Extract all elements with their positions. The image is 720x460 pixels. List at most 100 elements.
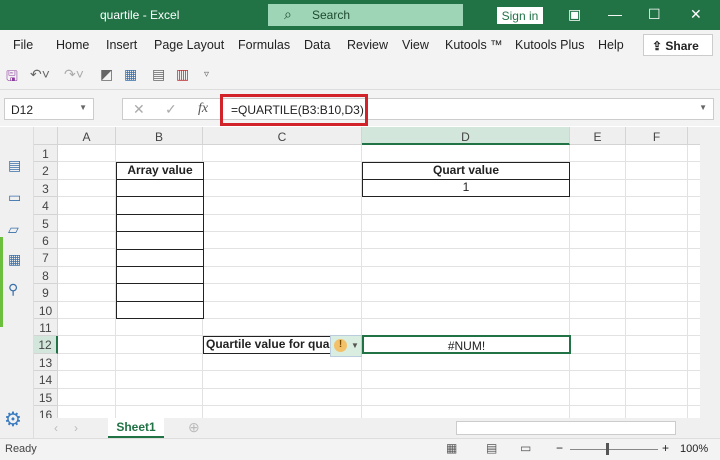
- tab-kutools[interactable]: Kutools ™: [445, 38, 503, 52]
- col-header-e[interactable]: E: [570, 127, 626, 145]
- share-button[interactable]: ⇪ Share: [643, 34, 713, 56]
- select-all[interactable]: [34, 127, 58, 145]
- title-bar: quartile - Excel ⌕ Search Sign in ▣ — ☐ ✕: [0, 0, 720, 30]
- cell-b7[interactable]: [116, 248, 204, 267]
- zoom-level[interactable]: 100%: [680, 443, 708, 455]
- scroll-right-icon[interactable]: ›: [74, 421, 78, 435]
- tab-home[interactable]: Home: [56, 38, 89, 52]
- tab-kutools-plus[interactable]: Kutools Plus: [515, 38, 584, 52]
- tab-help[interactable]: Help: [598, 38, 624, 52]
- col-header-a[interactable]: A: [58, 127, 116, 145]
- tab-page-layout[interactable]: Page Layout: [154, 38, 224, 52]
- toolbar-icon-1[interactable]: ◩: [100, 66, 113, 83]
- cell-b10[interactable]: [116, 300, 204, 320]
- cell-d3[interactable]: 1: [362, 179, 570, 197]
- name-box[interactable]: D12 ▼: [4, 98, 94, 120]
- minimize-button[interactable]: —: [608, 6, 622, 22]
- row-header-16[interactable]: 16: [34, 406, 58, 418]
- tab-data[interactable]: Data: [304, 38, 330, 52]
- insert-function-icon[interactable]: fx: [198, 101, 208, 117]
- col-header-f[interactable]: F: [626, 127, 688, 145]
- formula-input[interactable]: ✕ ✓ fx ▼: [122, 98, 714, 120]
- sign-in-button[interactable]: Sign in: [497, 7, 543, 24]
- vertical-scrollbar[interactable]: [700, 127, 720, 418]
- row-header-7[interactable]: 7: [34, 249, 58, 267]
- col-header-b[interactable]: B: [116, 127, 203, 145]
- chevron-down-icon: ▼: [79, 103, 87, 112]
- cell-b6[interactable]: [116, 231, 204, 250]
- zoom-slider-thumb[interactable]: [606, 443, 609, 455]
- row-header-5[interactable]: 5: [34, 214, 58, 232]
- row-header-6[interactable]: 6: [34, 232, 58, 250]
- tab-view[interactable]: View: [402, 38, 429, 52]
- col-header-c[interactable]: C: [203, 127, 362, 145]
- sheet-tab-sheet1[interactable]: Sheet1: [108, 418, 164, 438]
- cancel-icon[interactable]: ✕: [133, 101, 145, 118]
- error-check-button[interactable]: ! ▼: [330, 335, 362, 357]
- warning-icon: !: [334, 339, 347, 352]
- zoom-slider[interactable]: [570, 449, 658, 450]
- row-header-15[interactable]: 15: [34, 388, 58, 406]
- cell-d12[interactable]: #NUM!: [362, 335, 571, 354]
- search-box[interactable]: ⌕ Search: [268, 4, 463, 26]
- toolbar-icon-4[interactable]: ▥: [176, 66, 189, 83]
- scroll-left-icon[interactable]: ‹: [54, 421, 58, 435]
- save-icon[interactable]: 🖫: [6, 66, 18, 90]
- panel-icon-4[interactable]: ▦: [8, 251, 21, 268]
- row-header-14[interactable]: 14: [34, 371, 58, 389]
- search-icon: ⌕: [284, 6, 292, 22]
- undo-icon[interactable]: ↶˅: [30, 66, 50, 83]
- row-header-2[interactable]: 2: [34, 162, 58, 180]
- row-header-4[interactable]: 4: [34, 197, 58, 215]
- col-header-d[interactable]: D: [362, 127, 570, 145]
- zoom-out-button[interactable]: −: [556, 441, 563, 455]
- panel-icon-2[interactable]: ▭: [8, 189, 21, 206]
- formula-text[interactable]: =QUARTILE(B3:B10,D3): [220, 94, 368, 126]
- row-header-10[interactable]: 10: [34, 301, 58, 319]
- row-header-9[interactable]: 9: [34, 284, 58, 302]
- spreadsheet-grid[interactable]: A B C D E F 1 2 3 4 5 6 7 8 9 10 11 12 13 14 15 16 Arra…: [34, 127, 700, 418]
- tab-review[interactable]: Review: [347, 38, 388, 52]
- name-box-value: D12: [11, 103, 34, 117]
- tab-insert[interactable]: Insert: [106, 38, 137, 52]
- toolbar-icon-2[interactable]: ▦: [124, 66, 137, 83]
- print-preview-icon[interactable]: ▤: [152, 66, 165, 83]
- zoom-in-button[interactable]: +: [662, 441, 669, 455]
- add-sheet-icon[interactable]: ⊕: [188, 419, 200, 436]
- panel-icon-1[interactable]: ▤: [8, 157, 21, 174]
- close-button[interactable]: ✕: [690, 6, 702, 23]
- row-header-12[interactable]: 12: [34, 336, 58, 354]
- share-label: Share: [665, 39, 699, 53]
- enter-icon[interactable]: ✓: [165, 101, 177, 118]
- maximize-button[interactable]: ☐: [648, 6, 661, 23]
- redo-icon[interactable]: ↷˅: [64, 66, 84, 83]
- row-header-3[interactable]: 3: [34, 179, 58, 198]
- window-title: quartile - Excel: [100, 8, 180, 22]
- panel-icon-3[interactable]: ▱: [8, 221, 19, 238]
- cell-b2[interactable]: Array value: [116, 162, 204, 180]
- cell-b4[interactable]: [116, 196, 204, 215]
- page-break-view-icon[interactable]: ▭: [520, 441, 531, 455]
- find-icon[interactable]: ⚲: [8, 281, 18, 298]
- cell-b9[interactable]: [116, 283, 204, 302]
- tab-formulas[interactable]: Formulas: [238, 38, 290, 52]
- status-ready: Ready: [5, 443, 37, 455]
- cell-b8[interactable]: [116, 266, 204, 285]
- row-header-1[interactable]: 1: [34, 145, 58, 163]
- cell-b3[interactable]: [116, 179, 204, 198]
- page-layout-view-icon[interactable]: ▤: [486, 441, 497, 455]
- row-header-11[interactable]: 11: [34, 319, 58, 337]
- cell-b5[interactable]: [116, 213, 204, 233]
- ribbon-display-icon[interactable]: ▣: [568, 6, 581, 23]
- expand-formula-icon[interactable]: ▼: [699, 103, 707, 112]
- row-header-13[interactable]: 13: [34, 353, 58, 372]
- horizontal-scrollbar[interactable]: [456, 421, 676, 435]
- normal-view-icon[interactable]: ▦: [446, 441, 457, 455]
- col-header-g: [688, 127, 700, 145]
- tab-file[interactable]: File: [13, 38, 33, 52]
- customize-qat-icon[interactable]: ▿: [204, 69, 209, 80]
- ribbon-tabs: File Home Insert Page Layout Formulas Da…: [0, 30, 720, 60]
- gear-icon[interactable]: ⚙: [4, 407, 22, 432]
- row-header-8[interactable]: 8: [34, 266, 58, 285]
- cell-d2[interactable]: Quart value: [362, 162, 570, 180]
